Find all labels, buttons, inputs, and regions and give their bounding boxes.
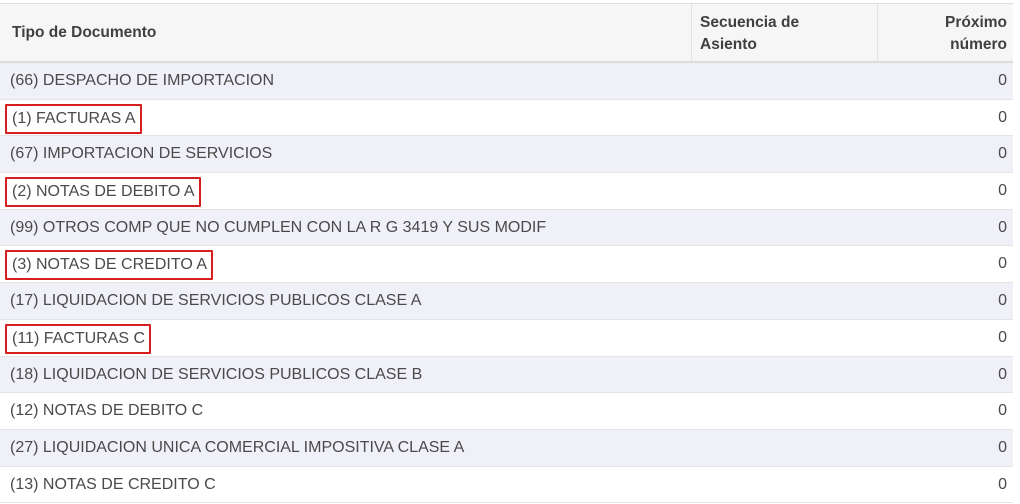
- document-sequence-table: Tipo de Documento Secuencia de Asiento P…: [0, 0, 1013, 504]
- doc-type-cell-highlighted: (3) NOTAS DE CREDITO A: [5, 250, 213, 281]
- doc-type-cell: (27) LIQUIDACION UNICA COMERCIAL IMPOSIT…: [10, 438, 465, 456]
- table-row[interactable]: (13) NOTAS DE CREDITO C 0: [0, 466, 1013, 504]
- column-header-sequence-line1: Secuencia de: [700, 14, 800, 31]
- doc-type-cell-highlighted: (11) FACTURAS C: [5, 323, 152, 354]
- next-number-cell: 0: [998, 402, 1007, 420]
- next-number-cell: 0: [998, 475, 1007, 493]
- doc-type-cell: (17) LIQUIDACION DE SERVICIOS PUBLICOS C…: [10, 292, 422, 310]
- table-row[interactable]: (3) NOTAS DE CREDITO A 0: [0, 246, 1013, 284]
- table-header: Tipo de Documento Secuencia de Asiento P…: [0, 3, 1013, 63]
- doc-type-cell: (67) IMPORTACION DE SERVICIOS: [10, 145, 273, 163]
- doc-type-cell: (18) LIQUIDACION DE SERVICIOS PUBLICOS C…: [10, 365, 423, 383]
- column-header-next-number[interactable]: Próximo número: [878, 4, 1013, 61]
- table-row[interactable]: (18) LIQUIDACION DE SERVICIOS PUBLICOS C…: [0, 356, 1013, 394]
- next-number-cell: 0: [998, 255, 1007, 273]
- table-row[interactable]: (67) IMPORTACION DE SERVICIOS 0: [0, 136, 1013, 174]
- table-row[interactable]: (99) OTROS COMP QUE NO CUMPLEN CON LA R …: [0, 209, 1013, 247]
- doc-type-cell: (66) DESPACHO DE IMPORTACION: [10, 72, 275, 89]
- doc-type-cell-highlighted: (1) FACTURAS A: [5, 103, 142, 134]
- doc-type-cell: (12) NOTAS DE DEBITO C: [10, 402, 204, 420]
- column-header-next-number-line2: número: [950, 36, 1007, 53]
- next-number-cell: 0: [998, 218, 1007, 236]
- next-number-cell: 0: [998, 72, 1007, 89]
- table-row[interactable]: (66) DESPACHO DE IMPORTACION 0: [0, 63, 1013, 100]
- next-number-cell: 0: [998, 182, 1007, 200]
- table-row[interactable]: (27) LIQUIDACION UNICA COMERCIAL IMPOSIT…: [0, 429, 1013, 467]
- column-header-next-number-line1: Próximo: [944, 14, 1007, 31]
- column-header-sequence-line2: Asiento: [700, 36, 757, 53]
- column-header-doc-type-label: Tipo de Documento: [12, 24, 157, 41]
- table-row[interactable]: (11) FACTURAS C 0: [0, 319, 1013, 357]
- table-body: (66) DESPACHO DE IMPORTACION 0 (1) FACTU…: [0, 63, 1013, 504]
- doc-type-cell: (99) OTROS COMP QUE NO CUMPLEN CON LA R …: [10, 218, 547, 236]
- doc-type-cell: (13) NOTAS DE CREDITO C: [10, 475, 216, 493]
- table-row[interactable]: (2) NOTAS DE DEBITO A 0: [0, 173, 1013, 210]
- next-number-cell: 0: [998, 292, 1007, 310]
- table-row[interactable]: (1) FACTURAS A 0: [0, 99, 1013, 137]
- column-header-sequence[interactable]: Secuencia de Asiento: [692, 4, 878, 61]
- next-number-cell: 0: [998, 365, 1007, 383]
- column-header-doc-type[interactable]: Tipo de Documento: [0, 4, 692, 61]
- next-number-cell: 0: [998, 145, 1007, 163]
- doc-type-cell-highlighted: (2) NOTAS DE DEBITO A: [5, 177, 201, 208]
- next-number-cell: 0: [998, 328, 1007, 346]
- next-number-cell: 0: [998, 108, 1007, 126]
- table-row[interactable]: (12) NOTAS DE DEBITO C 0: [0, 393, 1013, 430]
- next-number-cell: 0: [998, 438, 1007, 456]
- table-row[interactable]: (17) LIQUIDACION DE SERVICIOS PUBLICOS C…: [0, 283, 1013, 320]
